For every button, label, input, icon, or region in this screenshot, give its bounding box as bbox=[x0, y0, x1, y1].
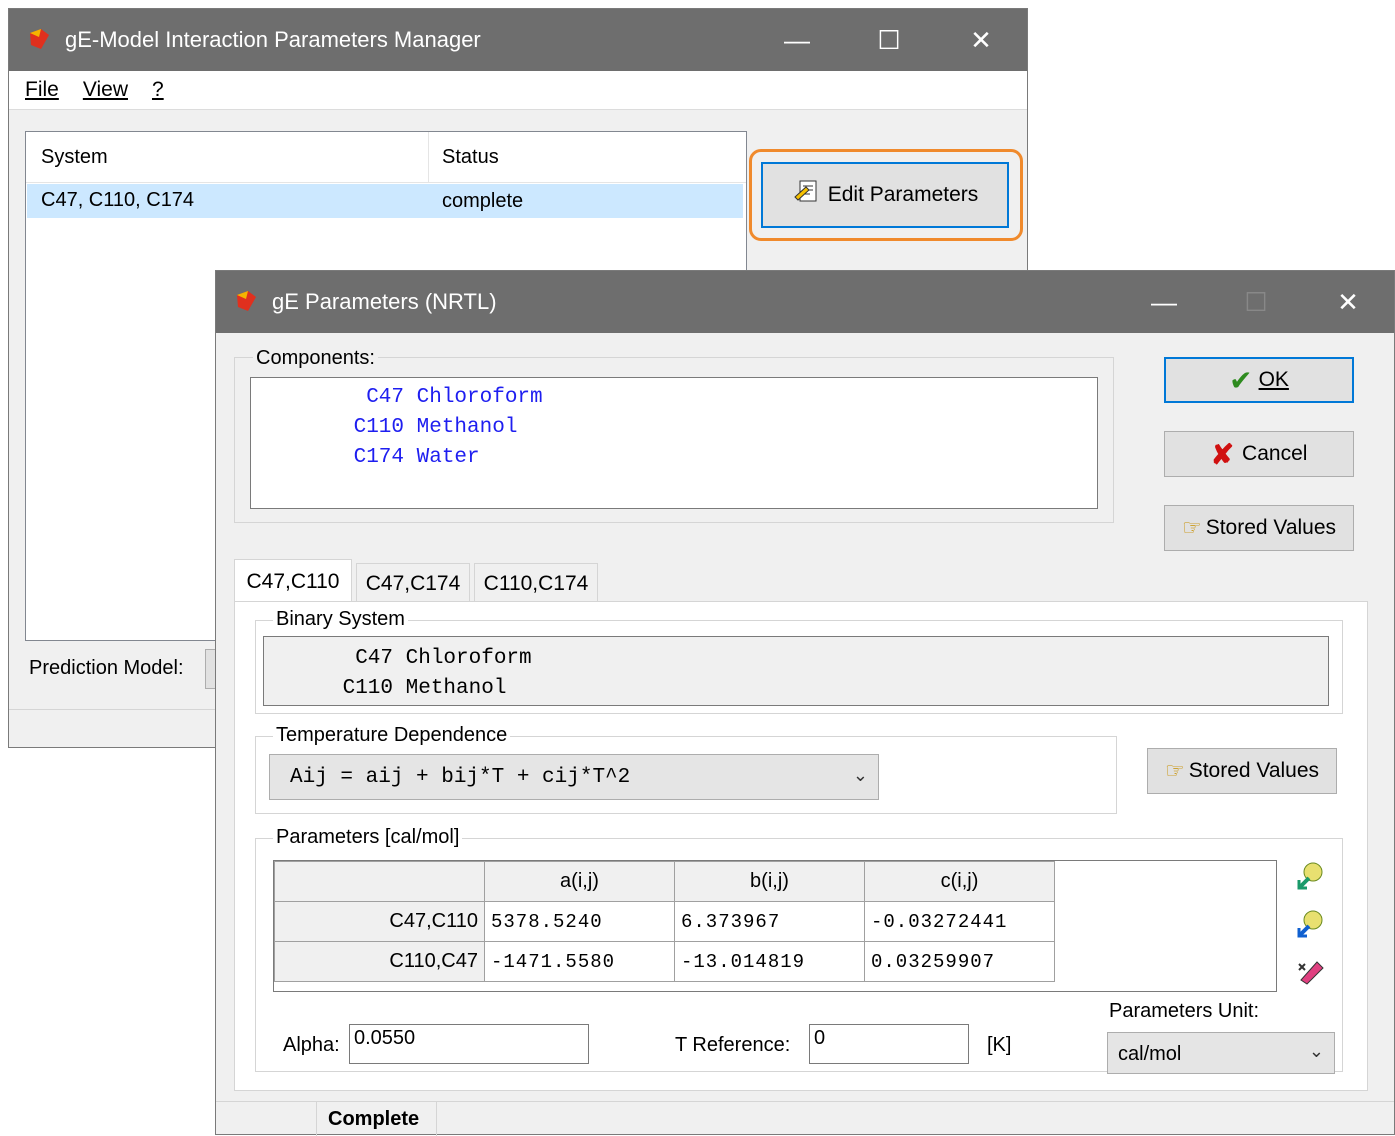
chevron-down-icon: ⌄ bbox=[852, 765, 868, 785]
corner-cell bbox=[274, 861, 485, 902]
edit-parameters-button[interactable]: Edit Parameters bbox=[761, 162, 1009, 228]
components-label: Components: bbox=[253, 347, 378, 370]
cell-c[interactable]: -0.03272441 bbox=[864, 901, 1055, 942]
temp-dependence-value: Aij = aij + bij*T + cij*T^2 bbox=[290, 766, 631, 789]
row-label: C110,C47 bbox=[274, 941, 485, 982]
menu-file[interactable]: File bbox=[25, 78, 59, 102]
import-icon[interactable] bbox=[1295, 860, 1327, 892]
minimize-button[interactable]: — bbox=[751, 9, 843, 71]
binary-component-line: C110 Methanol bbox=[330, 677, 507, 700]
table-row: C47,C110 5378.5240 6.373967 -0.03272441 bbox=[274, 901, 1055, 942]
statusbar-divider bbox=[316, 1102, 317, 1136]
alpha-label: Alpha: bbox=[283, 1034, 340, 1056]
list-row[interactable]: C47, C110, C174 complete bbox=[27, 184, 743, 218]
eraser-icon[interactable] bbox=[1295, 954, 1327, 986]
table-row: C110,C47 -1471.5580 -13.014819 0.0325990… bbox=[274, 941, 1055, 982]
row-label: C47,C110 bbox=[274, 901, 485, 942]
header-a: a(i,j) bbox=[484, 861, 675, 902]
tref-input[interactable]: 0 bbox=[809, 1024, 969, 1064]
tref-unit: [K] bbox=[987, 1034, 1012, 1056]
stored-values-button-2[interactable]: ☞ Stored Values bbox=[1147, 748, 1337, 794]
cell-b[interactable]: -13.014819 bbox=[674, 941, 865, 982]
parameters-grid: a(i,j) b(i,j) c(i,j) C47,C110 5378.5240 … bbox=[273, 860, 1277, 992]
dialog-titlebar: gE Parameters (NRTL) — ☐ ✕ bbox=[216, 271, 1394, 333]
stored-values-label: Stored Values bbox=[1205, 516, 1337, 539]
binary-system-label: Binary System bbox=[273, 608, 408, 631]
cancel-label: Cancel bbox=[1242, 442, 1308, 465]
ok-button[interactable]: ✔ OK bbox=[1164, 357, 1354, 403]
component-line: C110 Methanol bbox=[341, 416, 518, 439]
checkmark-icon: ✔ bbox=[1229, 364, 1253, 396]
cancel-x-icon: ✘ bbox=[1210, 438, 1235, 470]
dialog-app-icon bbox=[234, 289, 260, 315]
chevron-down-icon: ⌄ bbox=[1308, 1041, 1324, 1061]
pointing-hand-icon: ☞ bbox=[1164, 758, 1185, 783]
parameters-table: a(i,j) b(i,j) c(i,j) C47,C110 5378.5240 … bbox=[274, 861, 1055, 982]
maximize-button[interactable]: ☐ bbox=[843, 9, 935, 71]
dialog-title: gE Parameters (NRTL) bbox=[272, 289, 497, 314]
tab-c47-c174[interactable]: C47,C174 bbox=[356, 563, 470, 603]
prediction-model-label: Prediction Model: bbox=[29, 657, 184, 679]
menubar: File View ? bbox=[9, 71, 1027, 110]
status-text: Complete bbox=[328, 1108, 420, 1130]
temp-dependence-select[interactable]: Aij = aij + bij*T + cij*T^2 ⌄ bbox=[269, 754, 879, 800]
cancel-button[interactable]: ✘ Cancel bbox=[1164, 431, 1354, 477]
temp-dependence-label: Temperature Dependence bbox=[273, 724, 511, 747]
col-system-header[interactable]: System bbox=[41, 146, 108, 169]
alpha-input[interactable]: 0.0550 bbox=[349, 1024, 589, 1064]
dialog-maximize-button: ☐ bbox=[1244, 286, 1268, 317]
cell-a[interactable]: -1471.5580 bbox=[484, 941, 675, 982]
parameters-dialog: gE Parameters (NRTL) — ☐ ✕ Components: C… bbox=[215, 270, 1395, 1136]
cell-c[interactable]: 0.03259907 bbox=[864, 941, 1055, 982]
tab-c110-c174[interactable]: C110,C174 bbox=[474, 563, 598, 603]
menu-view[interactable]: View bbox=[83, 78, 128, 102]
header-divider bbox=[428, 132, 429, 182]
dialog-close-button[interactable]: ✕ bbox=[1302, 271, 1394, 333]
ok-label: OK bbox=[1258, 368, 1289, 391]
edit-document-icon bbox=[792, 177, 822, 213]
main-titlebar: gE-Model Interaction Parameters Manager … bbox=[9, 9, 1027, 71]
header-b: b(i,j) bbox=[674, 861, 865, 902]
app-icon bbox=[27, 27, 53, 53]
main-window-title: gE-Model Interaction Parameters Manager bbox=[65, 27, 481, 52]
menu-help[interactable]: ? bbox=[152, 78, 164, 102]
binary-system-box: C47 Chloroform C110 Methanol bbox=[263, 636, 1329, 706]
statusbar-divider bbox=[436, 1102, 437, 1136]
edit-parameters-label: Edit Parameters bbox=[827, 183, 979, 206]
pointing-hand-icon: ☞ bbox=[1181, 515, 1202, 540]
tab-panel: Binary System C47 Chloroform C110 Methan… bbox=[234, 601, 1368, 1091]
component-line: C174 Water bbox=[341, 446, 480, 469]
parameters-label: Parameters [cal/mol] bbox=[273, 826, 463, 849]
stored-values-label-2: Stored Values bbox=[1188, 759, 1320, 782]
component-line: C47 Chloroform bbox=[341, 386, 543, 409]
header-c: c(i,j) bbox=[864, 861, 1055, 902]
binary-component-line: C47 Chloroform bbox=[330, 647, 532, 670]
tref-label: T Reference: bbox=[675, 1034, 791, 1056]
row-system: C47, C110, C174 bbox=[41, 189, 195, 211]
dialog-statusbar: Complete bbox=[216, 1101, 1394, 1136]
export-icon[interactable] bbox=[1295, 908, 1327, 940]
cell-b[interactable]: 6.373967 bbox=[674, 901, 865, 942]
row-status: complete bbox=[442, 190, 524, 212]
dialog-minimize-button[interactable]: — bbox=[1118, 271, 1210, 333]
close-button[interactable]: ✕ bbox=[935, 9, 1027, 71]
col-status-header[interactable]: Status bbox=[442, 146, 499, 169]
stored-values-button[interactable]: ☞ Stored Values bbox=[1164, 505, 1354, 551]
tab-c47-c110[interactable]: C47,C110 bbox=[234, 559, 352, 603]
param-unit-value: cal/mol bbox=[1118, 1043, 1182, 1065]
param-unit-select[interactable]: cal/mol ⌄ bbox=[1107, 1032, 1335, 1074]
cell-a[interactable]: 5378.5240 bbox=[484, 901, 675, 942]
param-unit-label: Parameters Unit: bbox=[1109, 1000, 1260, 1022]
list-header: System Status bbox=[26, 132, 746, 183]
components-box[interactable]: C47 Chloroform C110 Methanol C174 Water bbox=[250, 377, 1098, 509]
